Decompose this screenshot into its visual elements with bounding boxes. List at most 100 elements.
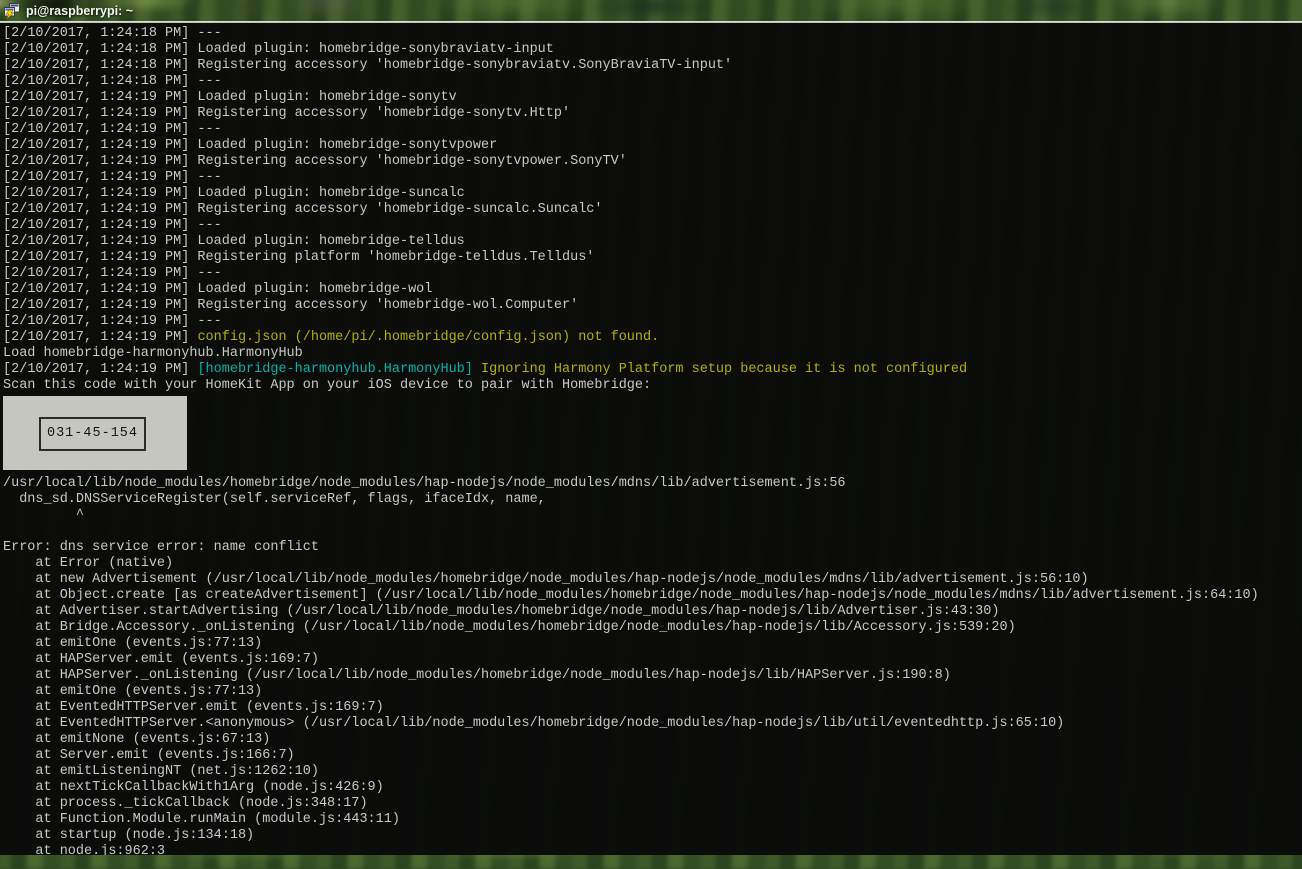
terminal-line: [2/10/2017, 1:24:19 PM] Loaded plugin: h… [3,234,1302,250]
terminal-text-segment: at Bridge.Accessory._onListening (/usr/l… [3,620,1016,635]
terminal-text-segment: at EventedHTTPServer.emit (events.js:169… [3,700,384,715]
terminal-text-segment: [2/10/2017, 1:24:19 PM] Loaded plugin: h… [3,234,465,249]
terminal-line: Error: dns service error: name conflict [3,540,1302,556]
terminal-text-segment: [2/10/2017, 1:24:18 PM] --- [3,74,222,89]
terminal-text-segment: config.json (/home/pi/.homebridge/config… [197,330,659,345]
terminal-text-segment: at emitOne (events.js:77:13) [3,684,262,699]
terminal-line [3,524,1302,540]
terminal-text-segment: dns_sd.DNSServiceRegister(self.serviceRe… [3,492,546,507]
terminal-line: at Advertiser.startAdvertising (/usr/loc… [3,604,1302,620]
terminal-line: [2/10/2017, 1:24:19 PM] Registering acce… [3,154,1302,170]
terminal-text-segment: [2/10/2017, 1:24:19 PM] --- [3,266,222,281]
terminal-line: [2/10/2017, 1:24:19 PM] config.json (/ho… [3,330,1302,346]
terminal-text-segment: /usr/local/lib/node_modules/homebridge/n… [3,476,846,491]
terminal-line: at emitNone (events.js:67:13) [3,732,1302,748]
terminal-line: [2/10/2017, 1:24:19 PM] --- [3,266,1302,282]
pairing-code-box: 031-45-154 [39,417,146,451]
terminal-text-segment: [2/10/2017, 1:24:18 PM] Registering acce… [3,58,732,73]
terminal-text-segment: [2/10/2017, 1:24:19 PM] Registering acce… [3,154,627,169]
terminal-line: at EventedHTTPServer.<anonymous> (/usr/l… [3,716,1302,732]
putty-terminal-icon[interactable] [4,3,20,19]
terminal-line: at Error (native) [3,556,1302,572]
terminal-line: [2/10/2017, 1:24:19 PM] Registering acce… [3,298,1302,314]
terminal-text-segment: [2/10/2017, 1:24:18 PM] --- [3,26,222,41]
pairing-code: 031-45-154 [47,426,138,442]
terminal-line: at emitOne (events.js:77:13) [3,684,1302,700]
terminal-text-segment: [2/10/2017, 1:24:19 PM] Loaded plugin: h… [3,138,497,153]
terminal-line: [2/10/2017, 1:24:19 PM] Registering acce… [3,202,1302,218]
terminal-text-segment: [2/10/2017, 1:24:18 PM] Loaded plugin: h… [3,42,554,57]
terminal-line: at Function.Module.runMain (module.js:44… [3,812,1302,828]
terminal-text-segment: [2/10/2017, 1:24:19 PM] Registering acce… [3,106,570,121]
terminal-text-segment: Scan this code with your HomeKit App on … [3,378,651,393]
terminal-text-segment: [2/10/2017, 1:24:19 PM] Registering acce… [3,202,603,217]
terminal-text-segment: at Advertiser.startAdvertising (/usr/loc… [3,604,999,619]
terminal-text-segment: Load homebridge-harmonyhub.HarmonyHub [3,346,303,361]
terminal-line: at new Advertisement (/usr/local/lib/nod… [3,572,1302,588]
terminal-text-segment: [2/10/2017, 1:24:19 PM] --- [3,170,222,185]
terminal-text-segment: [2/10/2017, 1:24:19 PM] --- [3,122,222,137]
terminal-line: at nextTickCallbackWith1Arg (node.js:426… [3,780,1302,796]
terminal-text-segment: at HAPServer.emit (events.js:169:7) [3,652,319,667]
terminal-text-segment: at nextTickCallbackWith1Arg (node.js:426… [3,780,384,795]
pairing-block: 031-45-154 [3,396,1302,476]
terminal-text-segment: [homebridge-harmonyhub.HarmonyHub] [197,362,472,377]
terminal-text-segment: [2/10/2017, 1:24:19 PM] --- [3,314,222,329]
terminal-text-segment: at Function.Module.runMain (module.js:44… [3,812,400,827]
terminal-line: at process._tickCallback (node.js:348:17… [3,796,1302,812]
terminal-line: at startup (node.js:134:18) [3,828,1302,844]
terminal-text-segment: at HAPServer._onListening (/usr/local/li… [3,668,951,683]
terminal-text-segment: at Server.emit (events.js:166:7) [3,748,295,763]
terminal-text-segment: Error: dns service error: name conflict [3,540,319,555]
terminal-text-segment: at emitNone (events.js:67:13) [3,732,270,747]
terminal-text-segment: at node.js:962:3 [3,844,165,855]
terminal-line: at emitListeningNT (net.js:1262:10) [3,764,1302,780]
terminal-text-segment: [2/10/2017, 1:24:19 PM] --- [3,218,222,233]
terminal-text-segment: at Object.create [as createAdvertisement… [3,588,1259,603]
terminal-text-segment: [2/10/2017, 1:24:19 PM] Loaded plugin: h… [3,186,465,201]
terminal-text-segment: at emitOne (events.js:77:13) [3,636,262,651]
terminal-line: [2/10/2017, 1:24:19 PM] Loaded plugin: h… [3,282,1302,298]
terminal-line: [2/10/2017, 1:24:18 PM] --- [3,26,1302,42]
terminal-line: [2/10/2017, 1:24:19 PM] Loaded plugin: h… [3,138,1302,154]
terminal-text-segment: at EventedHTTPServer.<anonymous> (/usr/l… [3,716,1064,731]
terminal-line: at Object.create [as createAdvertisement… [3,588,1302,604]
terminal-text-segment: ^ [3,508,84,523]
terminal-line: at Bridge.Accessory._onListening (/usr/l… [3,620,1302,636]
terminal-text-segment: [2/10/2017, 1:24:19 PM] [3,362,197,377]
terminal-line: [2/10/2017, 1:24:19 PM] --- [3,170,1302,186]
terminal-line: at Server.emit (events.js:166:7) [3,748,1302,764]
terminal-line: at HAPServer.emit (events.js:169:7) [3,652,1302,668]
terminal-line: [2/10/2017, 1:24:19 PM] Loaded plugin: h… [3,90,1302,106]
terminal-text-segment: [2/10/2017, 1:24:19 PM] Loaded plugin: h… [3,90,457,105]
terminal-text-segment: at new Advertisement (/usr/local/lib/nod… [3,572,1089,587]
terminal-line: dns_sd.DNSServiceRegister(self.serviceRe… [3,492,1302,508]
terminal-text-segment: [2/10/2017, 1:24:19 PM] Loaded plugin: h… [3,282,432,297]
terminal-line: at emitOne (events.js:77:13) [3,636,1302,652]
terminal-line: [2/10/2017, 1:24:19 PM] --- [3,314,1302,330]
terminal-text-segment: at process._tickCallback (node.js:348:17… [3,796,368,811]
terminal-line: Load homebridge-harmonyhub.HarmonyHub [3,346,1302,362]
terminal-line: [2/10/2017, 1:24:19 PM] Registering plat… [3,250,1302,266]
terminal-text-segment: [2/10/2017, 1:24:19 PM] Registering acce… [3,298,578,313]
terminal-line: at node.js:962:3 [3,844,1302,855]
terminal-line: at HAPServer._onListening (/usr/local/li… [3,668,1302,684]
terminal-screen[interactable]: [2/10/2017, 1:24:18 PM] ---[2/10/2017, 1… [0,23,1302,855]
terminal-line: ^ [3,508,1302,524]
terminal-text-segment: Ignoring Harmony Platform setup because … [473,362,967,377]
pairing-scan-area: 031-45-154 [3,396,187,470]
terminal-line: [2/10/2017, 1:24:19 PM] --- [3,122,1302,138]
window-titlebar[interactable]: pi@raspberrypi: ~ [0,0,1302,21]
terminal-line: [2/10/2017, 1:24:19 PM] Registering acce… [3,106,1302,122]
terminal-text-segment: at emitListeningNT (net.js:1262:10) [3,764,319,779]
terminal-text-segment: [2/10/2017, 1:24:19 PM] Registering plat… [3,250,594,265]
terminal-text-segment: at startup (node.js:134:18) [3,828,254,843]
terminal-line: [2/10/2017, 1:24:19 PM] [homebridge-harm… [3,362,1302,378]
terminal-text-segment: [2/10/2017, 1:24:19 PM] [3,330,197,345]
terminal-line: [2/10/2017, 1:24:18 PM] Registering acce… [3,58,1302,74]
terminal-line: Scan this code with your HomeKit App on … [3,378,1302,394]
terminal-line: [2/10/2017, 1:24:19 PM] --- [3,218,1302,234]
window-title: pi@raspberrypi: ~ [26,4,133,18]
terminal-line: [2/10/2017, 1:24:18 PM] Loaded plugin: h… [3,42,1302,58]
desktop: { "window": { "title": "pi@raspberrypi: … [0,0,1302,861]
